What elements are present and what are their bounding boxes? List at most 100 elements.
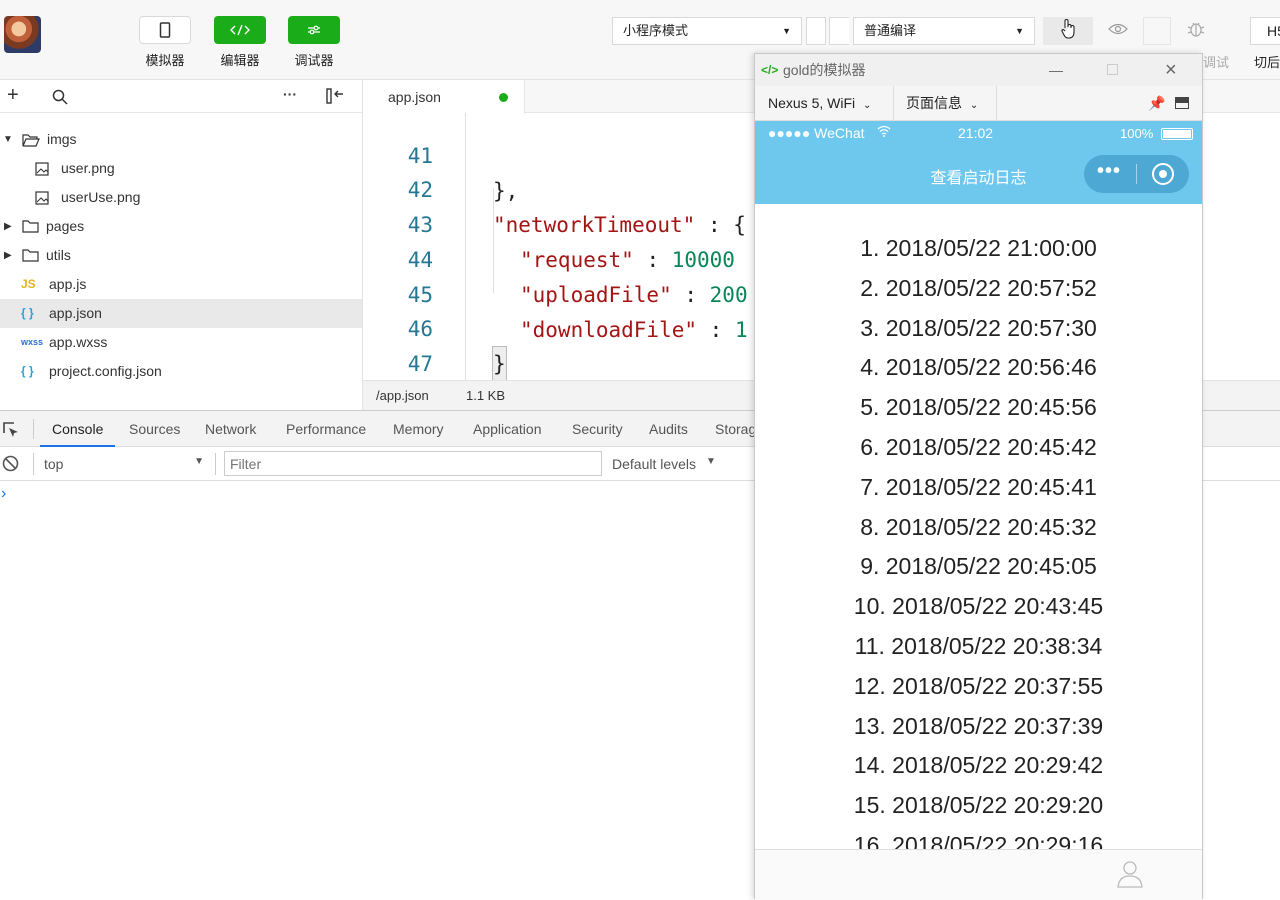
tab-application[interactable]: Application — [473, 411, 542, 447]
tree-folder-pages[interactable]: ▶ pages — [0, 212, 362, 241]
cursor-hand-icon — [1060, 18, 1076, 45]
page-info-button[interactable]: 页面信息 ⌄ — [906, 86, 978, 123]
unsaved-dot-icon — [499, 93, 508, 102]
background-label-partial: 切后 — [1254, 55, 1280, 70]
tab-audits[interactable]: Audits — [649, 411, 688, 447]
tree-file-app-wxss[interactable]: wxss app.wxss — [0, 328, 362, 357]
search-icon[interactable] — [52, 89, 68, 110]
tree-folder-utils[interactable]: ▶ utils — [0, 241, 362, 270]
launch-log-item: 14. 2018/05/22 20:29:42 — [853, 752, 1104, 779]
tree-file-app-js[interactable]: JS app.js — [0, 270, 362, 299]
tree-item-label: imgs — [47, 131, 77, 147]
console-filter-input[interactable] — [224, 451, 602, 476]
simulator-title-bar[interactable]: </> gold的模拟器 — × — [755, 54, 1202, 86]
toolbar-spacer-button[interactable] — [1143, 17, 1171, 45]
profile-tab-icon[interactable] — [1115, 858, 1145, 893]
bug-icon — [1186, 19, 1206, 44]
launch-log-list: 1. 2018/05/22 21:00:00 2. 2018/05/22 20:5… — [755, 204, 1202, 849]
launch-log-item: 9. 2018/05/22 20:45:05 — [860, 553, 1097, 580]
more-icon[interactable]: ··· — [283, 86, 297, 102]
code-line[interactable]: 46 } — [363, 277, 507, 383]
editor-label: 编辑器 — [220, 53, 260, 68]
tab-security[interactable]: Security — [572, 411, 623, 447]
close-icon[interactable]: × — [1165, 54, 1177, 86]
chevron-down-icon: ⌄ — [969, 100, 979, 111]
launch-log-item: 10. 2018/05/22 20:43:45 — [853, 593, 1104, 620]
divider — [893, 86, 894, 121]
tab-storage[interactable]: Storag — [715, 411, 756, 447]
user-avatar[interactable] — [4, 16, 41, 53]
console-prompt[interactable]: › — [1, 485, 6, 503]
h5-button[interactable]: H5 — [1250, 17, 1280, 45]
context-select[interactable]: top ▼ — [36, 450, 212, 477]
launch-log-item: 3. 2018/05/22 20:57:30 — [860, 314, 1097, 341]
close-capsule-icon[interactable] — [1152, 163, 1174, 185]
code-line[interactable]: 41 }, — [363, 104, 519, 203]
code-value: 1 — [734, 318, 748, 342]
editor-toggle[interactable]: 编辑器 — [214, 16, 266, 69]
log-levels-value: Default levels — [612, 456, 697, 472]
launch-log-item: 6. 2018/05/22 20:45:42 — [860, 434, 1097, 460]
debugger-toggle[interactable]: 调试器 — [288, 16, 340, 69]
tab-memory[interactable]: Memory — [393, 411, 444, 447]
code-text: : — [697, 318, 735, 342]
code-line[interactable]: 43 "request" : 10000 — [363, 173, 735, 272]
device-select[interactable]: Nexus 5, WiFi ⌄ — [768, 86, 871, 123]
compile-extra-button[interactable] — [829, 17, 849, 45]
compile-select[interactable]: 普通编译 ▼ — [853, 17, 1035, 45]
file-explorer: + ··· ▼ imgs user.png userUse.png ▶ page… — [0, 80, 363, 410]
tree-item-label: user.png — [61, 160, 115, 176]
preview-button[interactable] — [1100, 17, 1136, 45]
code-text: : — [633, 248, 672, 272]
caret-right-icon: ▶ — [4, 221, 12, 232]
compile-select-value: 普通编译 — [864, 23, 917, 38]
image-file-icon — [35, 183, 49, 212]
simulator-toggle[interactable]: 模拟器 — [139, 16, 191, 69]
tab-network[interactable]: Network — [205, 411, 256, 447]
code-line[interactable]: 44 "uploadFile" : 200 — [363, 208, 748, 307]
code-line[interactable]: 42 "networkTimeout" : { — [363, 138, 746, 237]
more-icon[interactable]: ••• — [1097, 160, 1121, 183]
launch-log-item: 15. 2018/05/22 20:29:20 — [853, 792, 1104, 819]
tree-file-app-json[interactable]: { } app.json — [0, 299, 362, 328]
code-line[interactable]: 47 } — [363, 312, 478, 411]
tab-console[interactable]: Console — [40, 411, 116, 447]
code-value: 10000 — [671, 248, 735, 272]
page-info-label: 页面信息 — [906, 95, 962, 111]
remote-debug-button[interactable] — [1176, 17, 1216, 45]
tree-file-useruse-png[interactable]: userUse.png — [0, 183, 362, 212]
log-levels-select[interactable]: Default levels ▼ — [612, 450, 732, 477]
code-text: }, — [493, 179, 519, 203]
tree-item-label: utils — [46, 247, 71, 263]
dock-icon[interactable] — [1175, 97, 1189, 109]
caret-right-icon: ▶ — [4, 250, 12, 261]
mode-select[interactable]: 小程序模式 ▼ — [612, 17, 802, 45]
battery-icon — [1161, 128, 1193, 140]
inspect-element-icon[interactable] — [2, 421, 20, 444]
eye-icon — [1108, 22, 1128, 40]
code-key: "uploadFile" — [520, 283, 672, 307]
clear-console-icon[interactable] — [2, 455, 19, 475]
maximize-icon[interactable] — [1107, 64, 1118, 75]
code-key: "request" — [520, 248, 634, 272]
tree-folder-imgs[interactable]: ▼ imgs — [0, 125, 362, 154]
tree-file-user-png[interactable]: user.png — [0, 154, 362, 183]
add-icon[interactable]: + — [7, 84, 19, 106]
device-select-value: Nexus 5, WiFi — [768, 95, 856, 111]
tree-item-label: userUse.png — [61, 189, 141, 205]
chevron-down-icon: ▼ — [706, 456, 716, 467]
minimize-icon[interactable]: — — [1049, 54, 1063, 86]
refresh-button[interactable] — [1043, 17, 1093, 45]
mode-extra-button[interactable] — [806, 17, 826, 45]
tab-performance[interactable]: Performance — [286, 411, 366, 447]
tab-sources[interactable]: Sources — [129, 411, 180, 447]
code-line[interactable]: 45 "downloadFile" : 1 — [363, 243, 748, 342]
code-value: 200 — [709, 283, 748, 307]
chevron-down-icon: ▼ — [1015, 26, 1024, 36]
collapse-panel-icon[interactable] — [326, 88, 344, 109]
chevron-down-icon: ▼ — [782, 26, 791, 36]
pin-icon[interactable]: 📌 — [1148, 86, 1165, 121]
tree-file-project-config[interactable]: { } project.config.json — [0, 357, 362, 386]
code-key: "networkTimeout" — [493, 213, 696, 237]
status-file-path: /app.json — [376, 388, 429, 403]
